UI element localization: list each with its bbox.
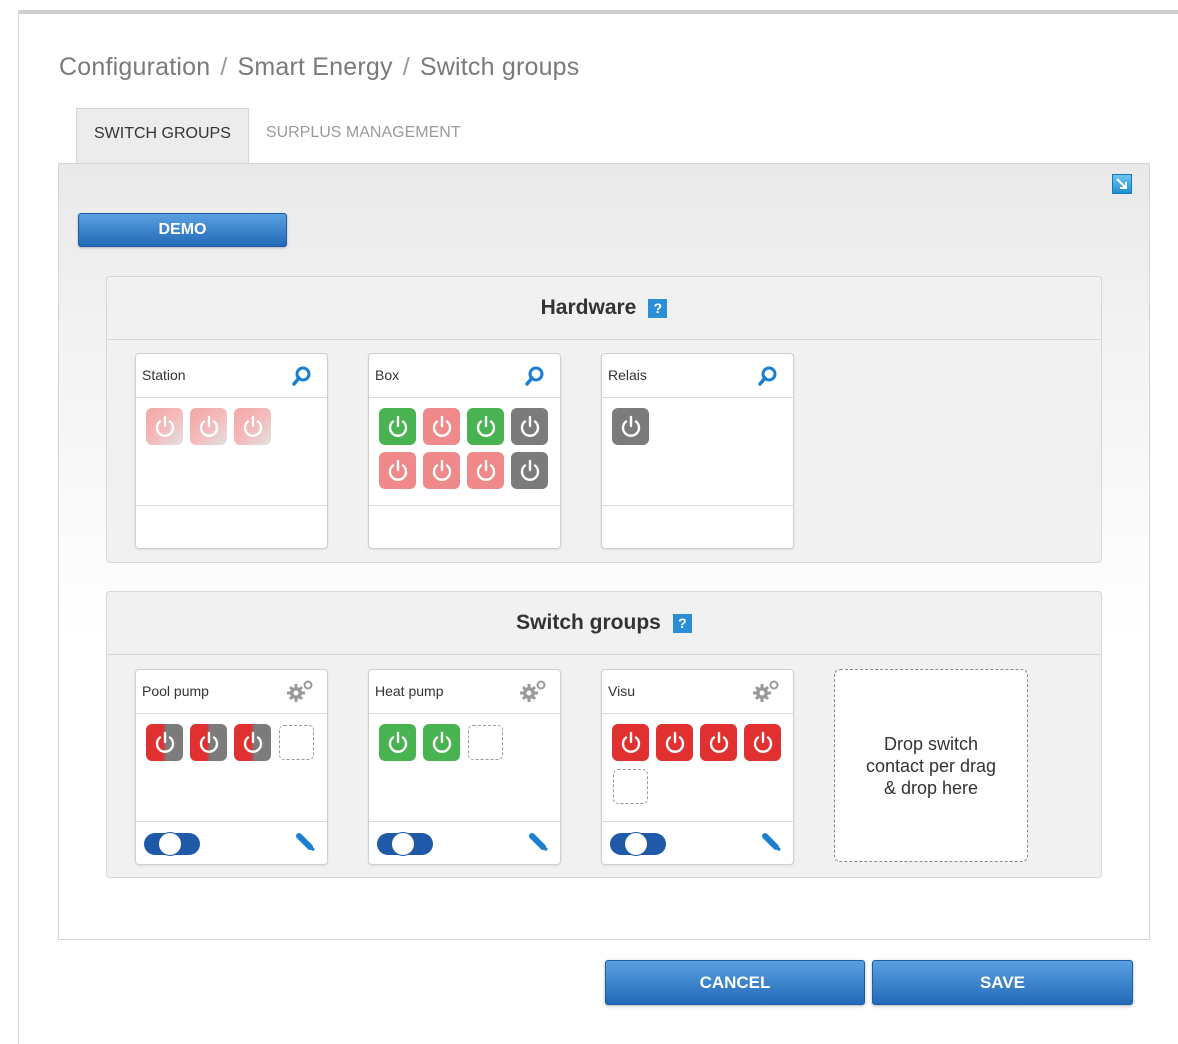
- breadcrumb: Configuration / Smart Energy / Switch groups: [59, 53, 579, 82]
- card-header: Visu: [602, 670, 793, 714]
- switch-list: [379, 408, 559, 496]
- demo-button[interactable]: DEMO: [78, 213, 287, 247]
- card-footer: [136, 506, 327, 548]
- card-body: [602, 398, 793, 506]
- power-switch-icon[interactable]: [234, 724, 271, 761]
- card-header: Heat pump: [369, 670, 560, 714]
- search-icon[interactable]: [757, 365, 779, 390]
- card-footer: [602, 822, 793, 864]
- power-switch-icon[interactable]: [190, 408, 227, 445]
- save-button[interactable]: SAVE: [872, 960, 1133, 1005]
- help-icon[interactable]: ?: [672, 613, 692, 633]
- power-switch-icon[interactable]: [234, 408, 271, 445]
- hardware-card-station: Station: [135, 353, 328, 549]
- power-switch-icon[interactable]: [656, 724, 693, 761]
- breadcrumb-smart-energy[interactable]: Smart Energy: [237, 53, 392, 81]
- hardware-header: Hardware ?: [107, 277, 1101, 340]
- empty-switch-slot[interactable]: [468, 725, 503, 760]
- help-icon[interactable]: ?: [648, 298, 668, 318]
- cancel-button[interactable]: CANCEL: [605, 960, 865, 1005]
- switch-groups-title: Switch groups: [516, 611, 661, 634]
- breadcrumb-switch-groups: Switch groups: [419, 53, 580, 81]
- edit-icon[interactable]: [761, 831, 783, 858]
- card-title: Heat pump: [375, 683, 444, 699]
- switch-list: [146, 408, 326, 452]
- card-body: [369, 398, 560, 506]
- gear-icon[interactable]: [518, 679, 548, 706]
- power-switch-icon[interactable]: [379, 724, 416, 761]
- switch-groups-header: Switch groups ?: [107, 592, 1101, 655]
- power-switch-icon[interactable]: [379, 408, 416, 445]
- power-switch-icon[interactable]: [612, 724, 649, 761]
- power-switch-icon[interactable]: [511, 408, 548, 445]
- power-switch-icon[interactable]: [612, 408, 649, 445]
- search-icon[interactable]: [291, 365, 313, 390]
- card-body: [602, 714, 793, 822]
- card-header: Station: [136, 354, 327, 398]
- card-body: [369, 714, 560, 822]
- card-title: Relais: [608, 367, 647, 383]
- card-header: Relais: [602, 354, 793, 398]
- edit-icon[interactable]: [528, 831, 550, 858]
- power-switch-icon[interactable]: [423, 724, 460, 761]
- card-header: Box: [369, 354, 560, 398]
- gear-icon[interactable]: [285, 679, 315, 706]
- empty-switch-slot[interactable]: [613, 769, 648, 804]
- breadcrumb-separator: /: [402, 53, 410, 81]
- group-toggle[interactable]: [610, 832, 666, 856]
- power-switch-icon[interactable]: [467, 452, 504, 489]
- empty-switch-slot[interactable]: [279, 725, 314, 760]
- expand-icon[interactable]: [1112, 174, 1132, 194]
- power-switch-icon[interactable]: [467, 408, 504, 445]
- breadcrumb-separator: /: [220, 53, 228, 81]
- power-switch-icon[interactable]: [146, 724, 183, 761]
- power-switch-icon[interactable]: [423, 452, 460, 489]
- card-body: [136, 714, 327, 822]
- card-footer: [136, 822, 327, 864]
- card-footer: [369, 822, 560, 864]
- group-toggle[interactable]: [377, 832, 433, 856]
- tab-switch-groups[interactable]: SWITCH GROUPS: [76, 108, 249, 164]
- group-card-pool-pump: Pool pump: [135, 669, 328, 865]
- group-card-heat-pump: Heat pump: [368, 669, 561, 865]
- power-switch-icon[interactable]: [423, 408, 460, 445]
- power-switch-icon[interactable]: [190, 724, 227, 761]
- power-switch-icon[interactable]: [146, 408, 183, 445]
- group-toggle[interactable]: [144, 832, 200, 856]
- hardware-title: Hardware: [540, 296, 637, 319]
- power-switch-icon[interactable]: [511, 452, 548, 489]
- card-header: Pool pump: [136, 670, 327, 714]
- breadcrumb-configuration[interactable]: Configuration: [59, 53, 210, 81]
- power-switch-icon[interactable]: [744, 724, 781, 761]
- switch-list: [612, 724, 792, 812]
- power-switch-icon[interactable]: [700, 724, 737, 761]
- card-title: Visu: [608, 683, 635, 699]
- card-title: Station: [142, 367, 186, 383]
- edit-icon[interactable]: [295, 831, 317, 858]
- switch-list: [146, 724, 326, 768]
- card-body: [136, 398, 327, 506]
- tab-surplus-management[interactable]: SURPLUS MANAGEMENT: [249, 108, 478, 164]
- card-footer: [369, 506, 560, 548]
- switch-list: [612, 408, 792, 452]
- dropzone[interactable]: Drop switch contact per drag & drop here: [834, 669, 1028, 862]
- card-title: Pool pump: [142, 683, 209, 699]
- gear-icon[interactable]: [751, 679, 781, 706]
- card-footer: [602, 506, 793, 548]
- hardware-card-relais: Relais: [601, 353, 794, 549]
- group-card-visu: Visu: [601, 669, 794, 865]
- switch-list: [379, 724, 559, 768]
- search-icon[interactable]: [524, 365, 546, 390]
- hardware-card-box: Box: [368, 353, 561, 549]
- tab-bar: SWITCH GROUPS SURPLUS MANAGEMENT: [76, 108, 478, 164]
- card-title: Box: [375, 367, 400, 383]
- power-switch-icon[interactable]: [379, 452, 416, 489]
